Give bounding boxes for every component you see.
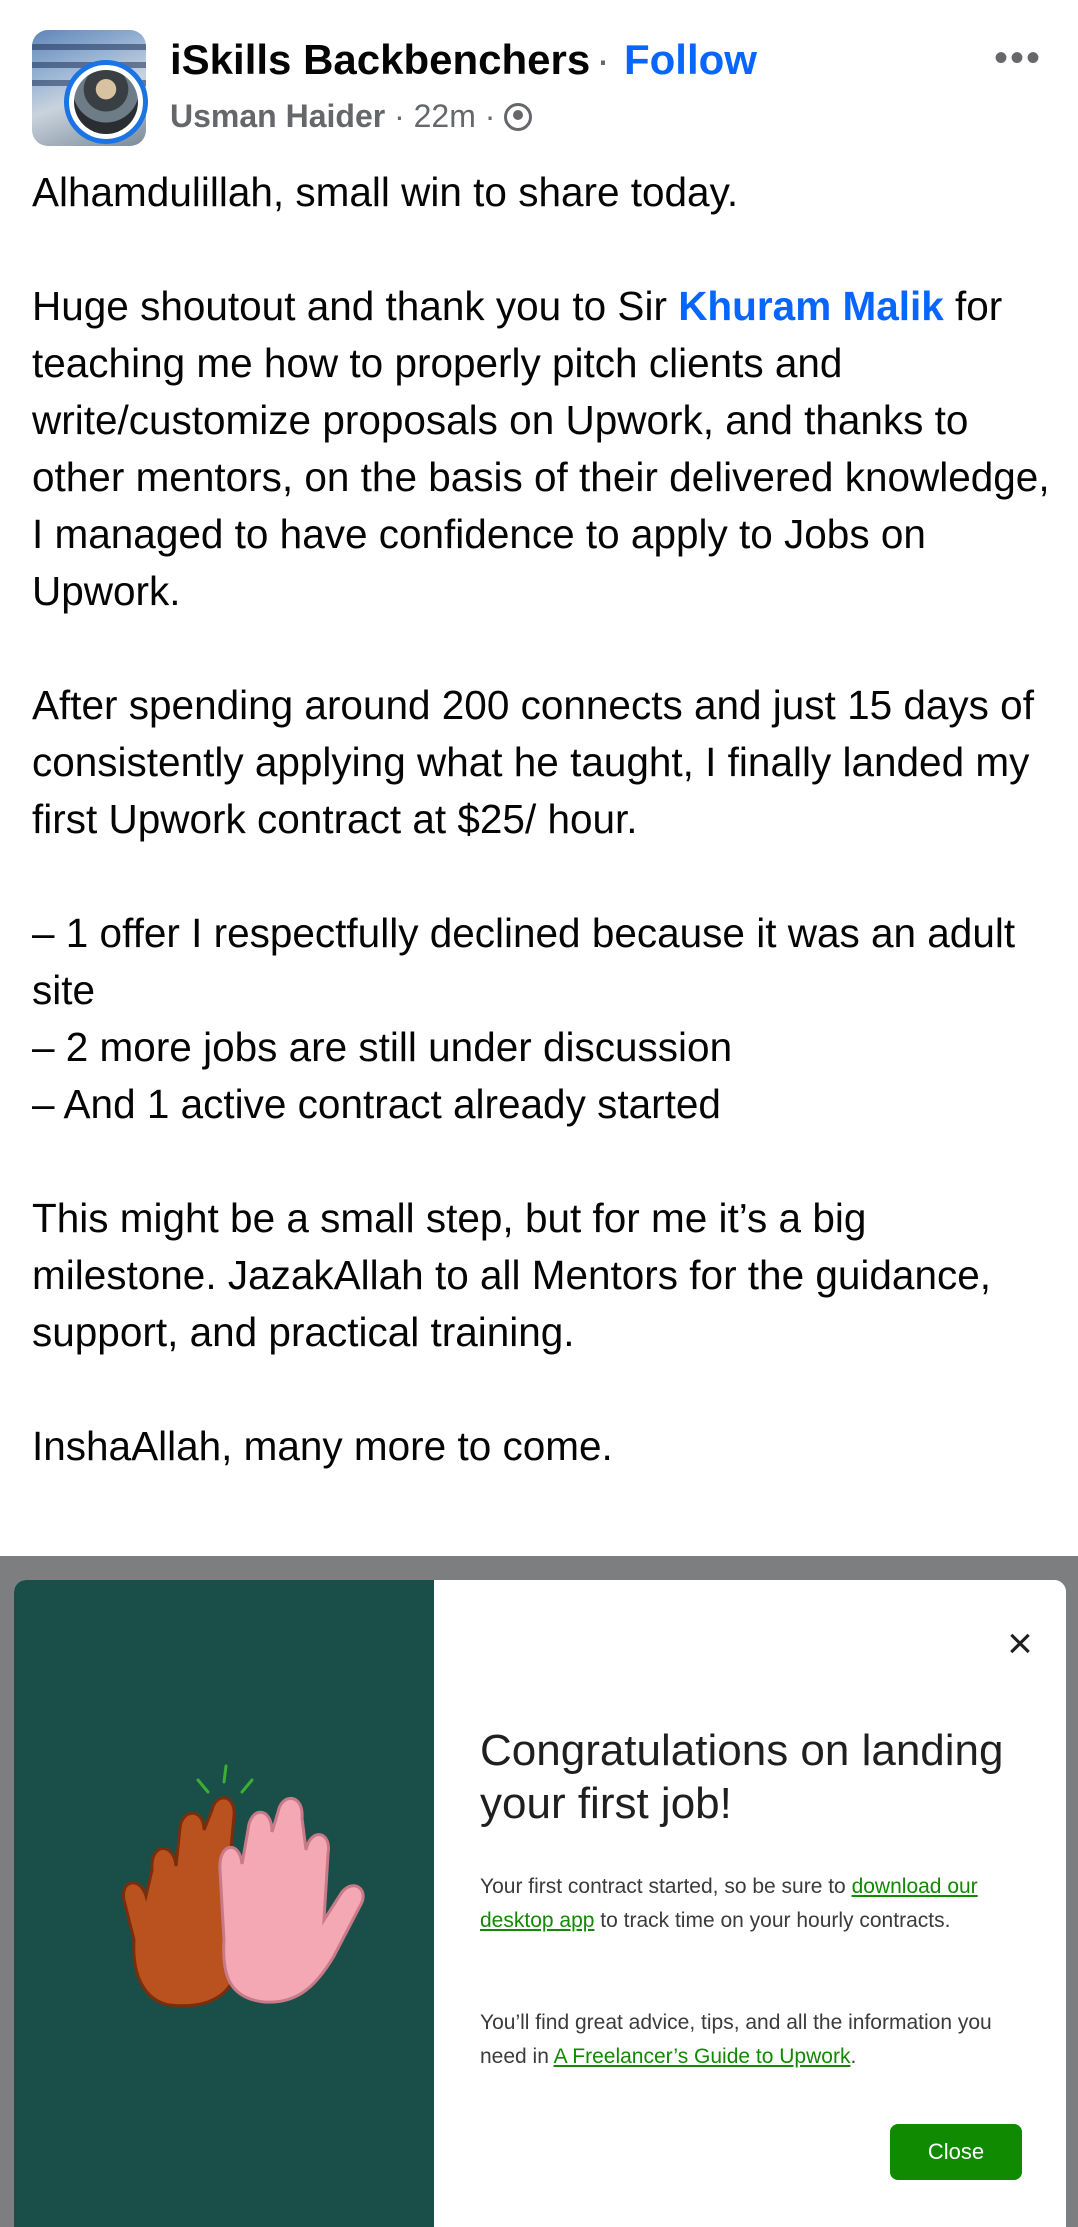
meta-separator: · (484, 98, 496, 134)
freelancer-guide-link[interactable]: A Freelancer’s Guide to Upwork (554, 2045, 851, 2068)
post-meta: Usman Haider · 22m · (170, 98, 533, 135)
group-name[interactable]: iSkills Backbenchers (170, 36, 590, 84)
post-header: iSkills Backbenchers · Follow ••• Usman … (0, 0, 1078, 160)
meta-separator: · (394, 98, 405, 134)
post-body: Alhamdulillah, small win to share today.… (32, 164, 1052, 1532)
post-bullet-list: – 1 offer I respectfully declined becaus… (32, 905, 1052, 1133)
bullet-item: – And 1 active contract already started (32, 1081, 721, 1127)
follow-button[interactable]: Follow (624, 36, 757, 84)
separator-dot: · (596, 36, 610, 83)
mention-link[interactable]: Khuram Malik (678, 283, 944, 329)
upwork-congrats-modal: × Congratulations on landing your first … (14, 1580, 1066, 2227)
globe-icon[interactable] (504, 103, 533, 131)
close-icon[interactable]: × (1000, 1622, 1040, 1666)
post-paragraph: InshaAllah, many more to come. (32, 1423, 613, 1469)
post-paragraph: After spending around 200 connects and j… (32, 682, 1034, 842)
author-name[interactable]: Usman Haider (170, 98, 385, 134)
modal-content-panel: × Congratulations on landing your first … (434, 1580, 1066, 2227)
post-time[interactable]: 22m (414, 98, 476, 134)
bullet-item: – 1 offer I respectfully declined becaus… (32, 910, 1016, 1013)
modal-text-guide: You’ll find great advice, tips, and all … (480, 2011, 992, 2068)
modal-text-contract: Your first contract started, so be sure … (480, 1875, 978, 1932)
user-avatar[interactable] (64, 60, 148, 144)
high-five-icon (122, 1764, 365, 2008)
post-paragraph: This might be a small step, but for me i… (32, 1195, 992, 1355)
post-paragraph: Alhamdulillah, small win to share today. (32, 169, 739, 215)
modal-title: Congratulations on landing your first jo… (480, 1726, 1004, 1828)
modal-illustration-panel (14, 1580, 434, 2227)
close-button[interactable]: Close (890, 2124, 1022, 2180)
bullet-item: – 2 more jobs are still under discussion (32, 1024, 733, 1070)
more-options-icon[interactable]: ••• (994, 36, 1042, 81)
post-paragraph: Huge shoutout and thank you to Sir Khura… (32, 283, 1050, 614)
